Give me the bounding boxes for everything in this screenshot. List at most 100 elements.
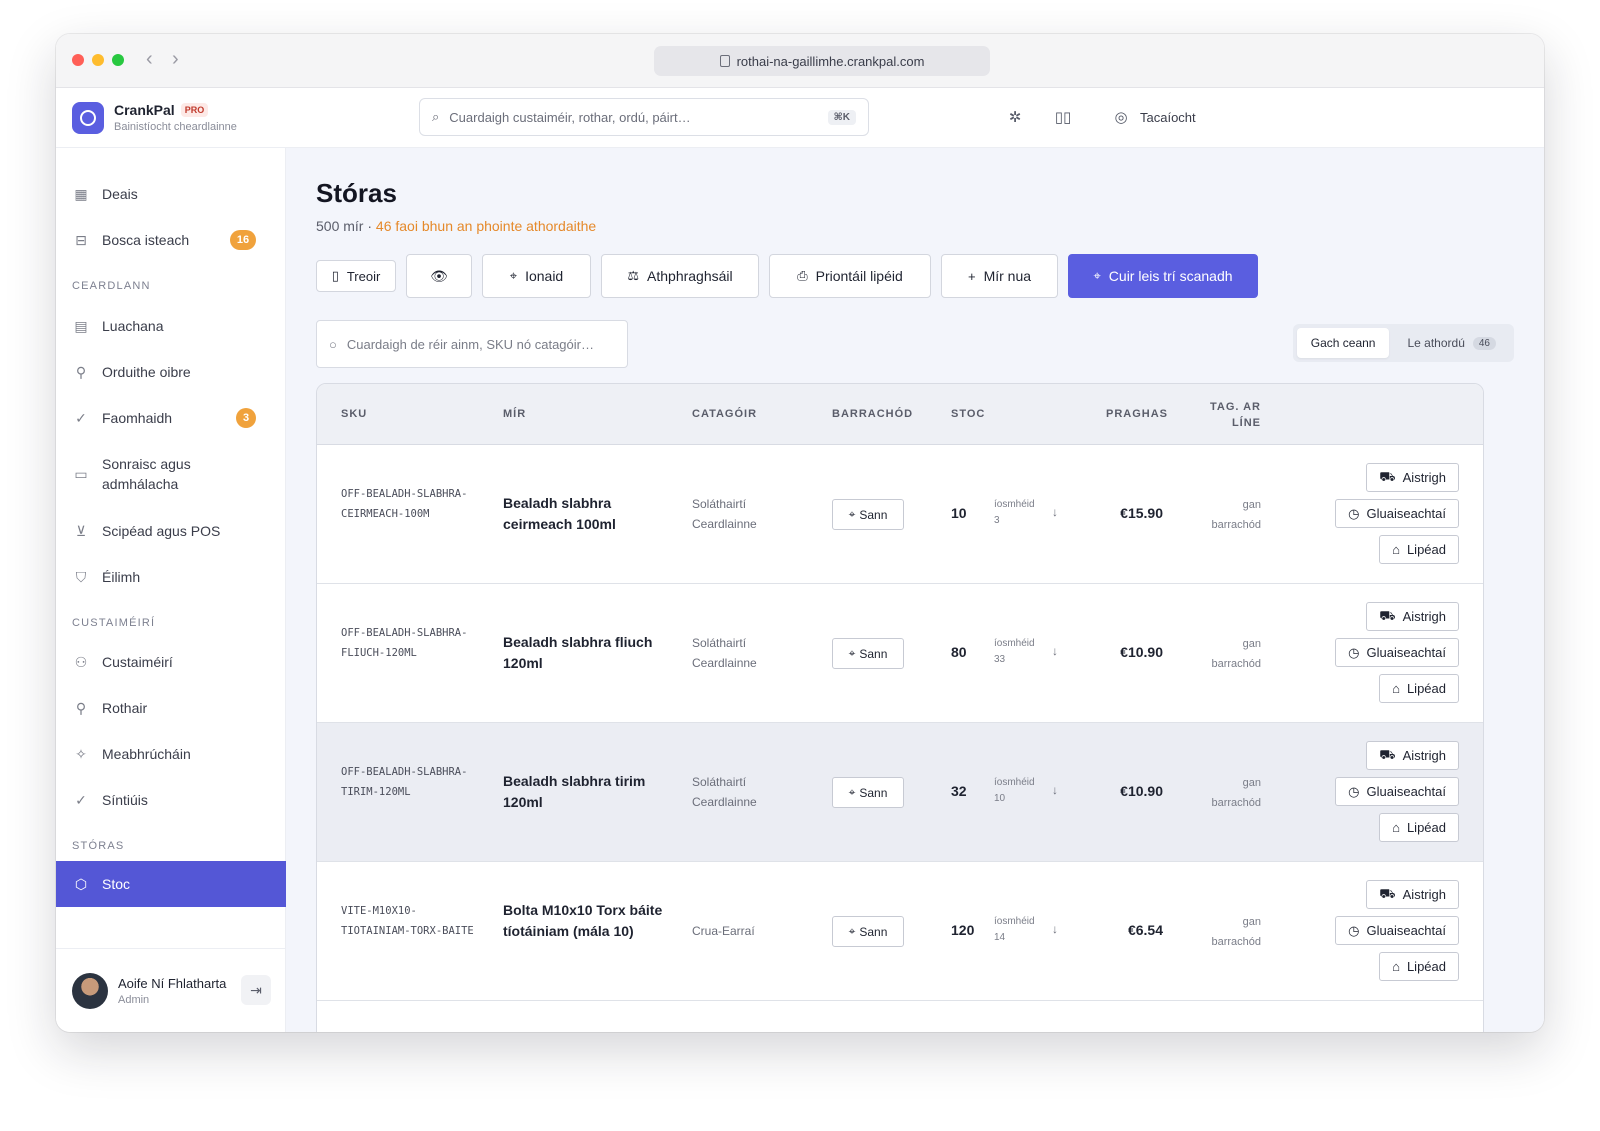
print-labels-button[interactable]: ⎙ Priontáil lipéid [769,254,931,298]
online-tag-status: gan barrachód [1211,638,1261,670]
label-button[interactable]: ⌂ Lipéad [1379,952,1459,981]
tag-icon: ⌂ [1392,959,1400,974]
clock-icon: ◷ [1348,783,1360,799]
sidebar: ▦ Deais ⊟ Bosca isteach 16 CEARDLANN ▤ Luach… [56,148,286,1032]
assign-barcode-button[interactable]: ⌖ Sann [832,638,904,669]
section-heading-workshop: CEARDLANN [72,280,151,292]
back-icon[interactable]: ‹ [146,48,153,70]
scan-add-button[interactable]: ⌖ Cuir leis trí scanadh [1068,254,1258,298]
category-cell: Soláthairtí Ceardlainne [692,636,757,670]
print-labels-label: Priontáil lipéid [815,268,903,284]
assign-barcode-button[interactable]: ⌖ Sann [832,499,904,530]
filter-reorder[interactable]: Le athordú 46 [1393,328,1510,358]
header-sku[interactable]: SKU [341,408,367,420]
sidebar-item-customers[interactable]: ⚇ Custaiméirí [56,640,286,684]
table-row[interactable]: OFF-BEALADH-SLABHRA-FLIUCH-120ML Bealadh… [317,584,1483,723]
sidebar-item-label: Stoc [102,876,131,892]
stock-value: 10 [951,505,967,521]
sidebar-item-bikes[interactable]: ⚲ Rothair [56,686,286,730]
sidebar-item-quotes[interactable]: ▤ Luachana [56,304,286,348]
crosshair-icon: ⌖ [848,507,856,521]
reorder-warning: 46 faoi bhun an phointe athordaithe [375,218,597,234]
table-row[interactable]: OFF-BEALADH-SLABHRA-TIRIM-120ML Bealadh … [317,723,1483,862]
sidebar-item-dashboard[interactable]: ▦ Deais [56,172,286,216]
minimize-window-button[interactable] [92,54,104,66]
reprice-button[interactable]: ⚖ Athphraghsáil [601,254,759,298]
header-category[interactable]: CATAGÓIR [692,408,757,420]
global-search-input[interactable]: ⌕ Cuardaigh custaiméir, rothar, ordú, pá… [419,98,869,136]
inbox-count-badge: 16 [230,230,256,250]
inventory-search-input[interactable]: ○ Cuardaigh de réir ainm, SKU nó catagói… [316,320,628,368]
sidebar-item-subscriptions[interactable]: ✓ Síntiúis [56,778,286,822]
sidebar-item-inbox[interactable]: ⊟ Bosca isteach 16 [56,218,286,262]
book-icon[interactable]: ▯▯ [1052,106,1074,128]
header-barcode[interactable]: BARRACHÓD [832,408,913,420]
label-label: Lipéad [1406,542,1446,557]
maximize-window-button[interactable] [112,54,124,66]
visibility-button[interactable]: 👁 [406,254,472,298]
min-label: íosmhéid [994,499,1035,510]
stock-value: 32 [951,783,967,799]
sidebar-item-label: Bosca isteach [102,232,190,248]
section-heading-customers: CUSTAIMÉIRÍ [72,617,156,629]
movements-button[interactable]: ◷ Gluaiseachtaí [1335,777,1459,806]
min-value: 33 [994,654,1006,665]
crosshair-icon: ⌖ [1093,268,1101,283]
sidebar-item-pos[interactable]: ⊻ Scipéad agus POS [56,509,286,553]
assign-barcode-button[interactable]: ⌖ Sann [832,777,904,808]
movements-label: Gluaiseachtaí [1366,784,1447,799]
sidebar-item-reminders[interactable]: ✧ Meabhrúcháin [56,732,286,776]
movements-button[interactable]: ◷ Gluaiseachtaí [1335,499,1459,528]
forward-icon[interactable]: › [172,48,179,70]
app-header: CrankPal PRO Bainistíocht cheardlainne ⌕ … [56,88,1544,148]
convert-button[interactable]: ⛟ Aistrigh [1366,880,1459,909]
user-profile[interactable]: Aoife Ní Fhlatharta Admin ⇥ [56,948,285,1032]
check-circle-icon: ✓ [75,791,87,808]
table-row[interactable]: OFF-BEALADH-SLABHRA-CEIRMEACH-100M Beala… [317,445,1483,584]
sidebar-item-approvals[interactable]: ✓ Faomhaidh 3 [56,396,286,440]
locations-button[interactable]: ⌖ Ionaid [482,254,591,298]
approvals-count-badge: 3 [236,408,256,428]
box-icon: ⬡ [74,875,88,892]
header-stock[interactable]: STOC [951,408,985,420]
item-count: 500 mír · [316,218,376,234]
movements-button[interactable]: ◷ Gluaiseachtaí [1335,916,1459,945]
label-button[interactable]: ⌂ Lipéad [1379,674,1459,703]
label-button[interactable]: ⌂ Lipéad [1379,813,1459,842]
scan-add-label: Cuir leis trí scanadh [1108,268,1233,284]
sidebar-item-invoices[interactable]: ▭ Sonraisc agus admhálacha [56,442,286,506]
movements-button[interactable]: ◷ Gluaiseachtaí [1335,638,1459,667]
convert-button[interactable]: ⛟ Aistrigh [1366,741,1459,770]
clock-icon: ◷ [1348,922,1360,938]
sidebar-item-stock[interactable]: ⬡ Stoc [56,861,286,907]
filter-all[interactable]: Gach ceann [1296,328,1390,358]
support-link[interactable]: ◎ Tacaíocht [1110,106,1195,128]
guide-button[interactable]: ▯ Treoir [316,260,396,292]
label-button[interactable]: ⌂ Lipéad [1379,535,1459,564]
main-content: Stóras 500 mír · 46 faoi bhun an phointe… [286,148,1544,1032]
header-item[interactable]: MÍR [503,408,526,420]
min-label: íosmhéid [994,638,1035,649]
address-bar[interactable]: rothai-na-gaillimhe.crankpal.com [654,46,990,76]
close-window-button[interactable] [72,54,84,66]
assign-barcode-button[interactable]: ⌖ Sann [832,916,904,947]
header-online-tag[interactable]: TAG. AR LÍNE [1197,399,1261,431]
bug-icon[interactable]: ✲ [1004,106,1026,128]
convert-button[interactable]: ⛟ Aistrigh [1366,463,1459,492]
brand[interactable]: CrankPal PRO Bainistíocht cheardlainne [72,102,237,134]
table-row[interactable]: VITE-M10X10-TIOTAINIAM-TORX-BAITE Bolta … [317,862,1483,1001]
shield-icon: ⛉ [75,568,87,585]
new-item-button[interactable]: + Mír nua [941,254,1058,298]
user-name: Aoife Ní Fhlatharta [118,975,227,991]
logout-icon[interactable]: ⇥ [241,975,271,1005]
sidebar-item-work-orders[interactable]: ⚲ Orduithe oibre [56,350,286,394]
convert-button[interactable]: ⛟ Aistrigh [1366,602,1459,631]
reprice-label: Athphraghsáil [647,268,733,284]
bike-icon: ⚲ [75,699,87,716]
header-price[interactable]: PRAGHAS [1106,408,1168,420]
price-value: €10.90 [1120,783,1163,799]
sidebar-item-claims[interactable]: ⛉ Éilimh [56,555,286,599]
min-quantity: íosmhéid 10 [994,775,1035,807]
convert-label: Aistrigh [1402,609,1446,624]
assign-label: Sann [859,507,888,522]
